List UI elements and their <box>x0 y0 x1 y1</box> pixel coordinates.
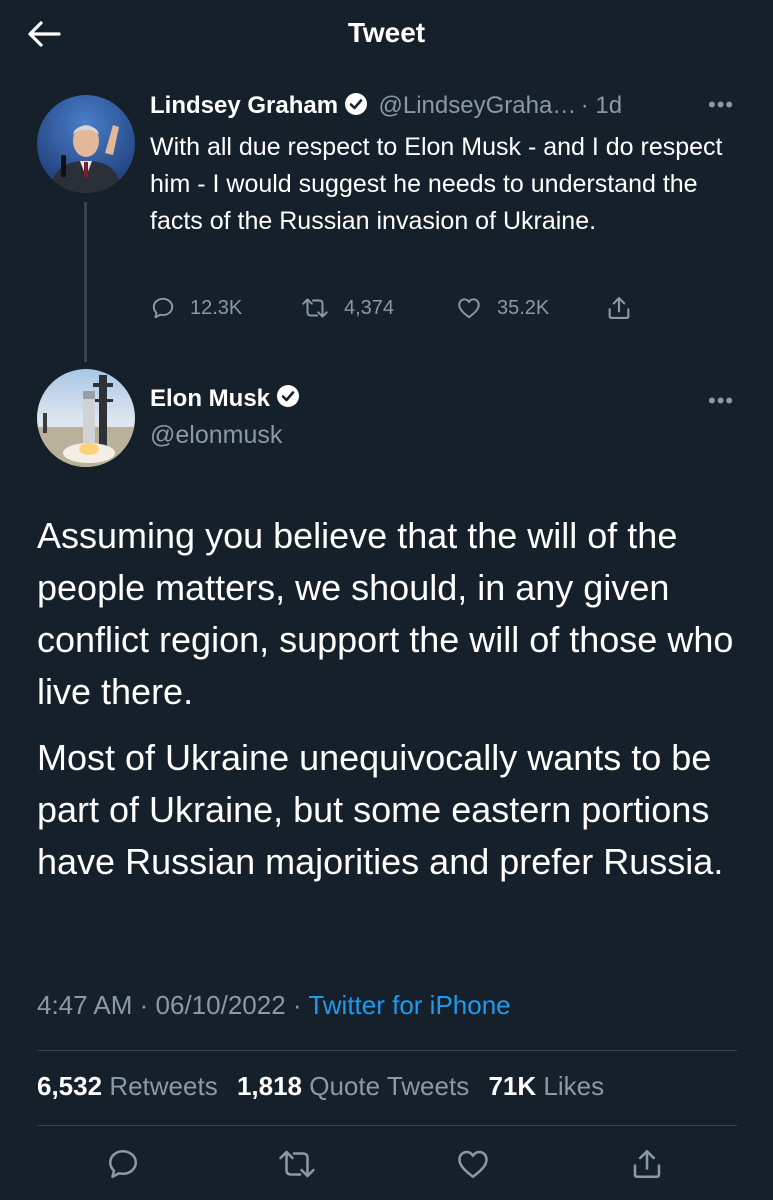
retweets-stat[interactable]: 6,532 Retweets <box>37 1071 218 1101</box>
divider <box>37 1125 737 1126</box>
reply-more-icon[interactable]: ••• <box>708 92 734 118</box>
tweet-author-row: Elon Musk <box>150 384 300 413</box>
tweet-meta: 4:47 AM · 06/10/2022 · Twitter for iPhon… <box>37 990 511 1020</box>
reply-text: With all due respect to Elon Musk - and … <box>150 133 723 235</box>
like-button[interactable] <box>454 1146 492 1187</box>
tweet-text: Assuming you believe that the will of th… <box>37 510 747 902</box>
verified-badge-icon <box>344 92 368 121</box>
share-icon <box>608 297 630 319</box>
share-icon <box>633 1149 661 1179</box>
reply-share-button[interactable] <box>605 294 647 322</box>
likes-stat[interactable]: 71K Likes <box>488 1071 604 1101</box>
reply-like-button[interactable]: 35.2K <box>455 295 605 321</box>
thread-connector-line <box>84 202 87 362</box>
retweets-count: 6,532 <box>37 1071 103 1101</box>
tweet-action-bar <box>0 1146 773 1186</box>
reply-action-bar: 12.3K 4,374 35.2K <box>150 290 647 326</box>
quote-tweets-label: Quote Tweets <box>309 1071 470 1101</box>
tweet-paragraph: Most of Ukraine unequivocally wants to b… <box>37 737 724 882</box>
share-button[interactable] <box>629 1146 665 1187</box>
retweet-icon <box>302 298 328 318</box>
reply-button[interactable] <box>105 1146 141 1187</box>
reply-author-name[interactable]: Lindsey Graham <box>150 92 338 119</box>
reply-count: 12.3K <box>190 296 243 319</box>
like-count: 35.2K <box>497 296 550 319</box>
reply-reply-button[interactable]: 12.3K <box>150 295 300 321</box>
tweet-more-icon[interactable]: ••• <box>708 388 734 414</box>
tweet-author-name[interactable]: Elon Musk <box>150 385 270 413</box>
tweet-source-link[interactable]: Twitter for iPhone <box>308 990 510 1020</box>
reply-author-avatar[interactable] <box>37 95 135 193</box>
retweets-label: Retweets <box>109 1071 218 1101</box>
reply-author-handle[interactable]: @LindseyGraha… <box>379 92 577 119</box>
tweet-time[interactable]: 4:47 AM <box>37 990 132 1020</box>
likes-label: Likes <box>543 1071 605 1101</box>
tweet-author-handle[interactable]: @elonmusk <box>150 421 282 450</box>
tweet-date[interactable]: 06/10/2022 <box>156 990 286 1020</box>
quote-tweets-count: 1,818 <box>236 1071 303 1101</box>
reply-retweet-button[interactable]: 4,374 <box>300 295 455 321</box>
page-title: Tweet <box>347 17 426 48</box>
likes-count: 71K <box>488 1071 537 1101</box>
reply-icon <box>152 297 174 319</box>
verified-badge-icon <box>276 384 300 413</box>
heart-icon <box>458 298 480 319</box>
retweet-button[interactable] <box>276 1146 318 1187</box>
reply-author-row: Lindsey Graham @LindseyGraha… · 1d <box>150 92 622 121</box>
tweet-author-avatar[interactable] <box>37 369 135 467</box>
reply-icon <box>108 1149 138 1179</box>
retweet-icon <box>279 1150 315 1178</box>
divider <box>37 1050 737 1051</box>
top-bar: Tweet <box>0 0 773 70</box>
tweet-stats: 6,532 Retweets 1,818 Quote Tweets 71K Li… <box>37 1071 616 1102</box>
reply-timestamp[interactable]: · 1d <box>581 92 622 119</box>
retweet-count: 4,374 <box>344 296 395 319</box>
heart-icon <box>458 1150 488 1179</box>
quote-tweets-stat[interactable]: 1,818 Quote Tweets <box>237 1071 469 1101</box>
tweet-paragraph: Assuming you believe that the will of th… <box>37 515 734 712</box>
